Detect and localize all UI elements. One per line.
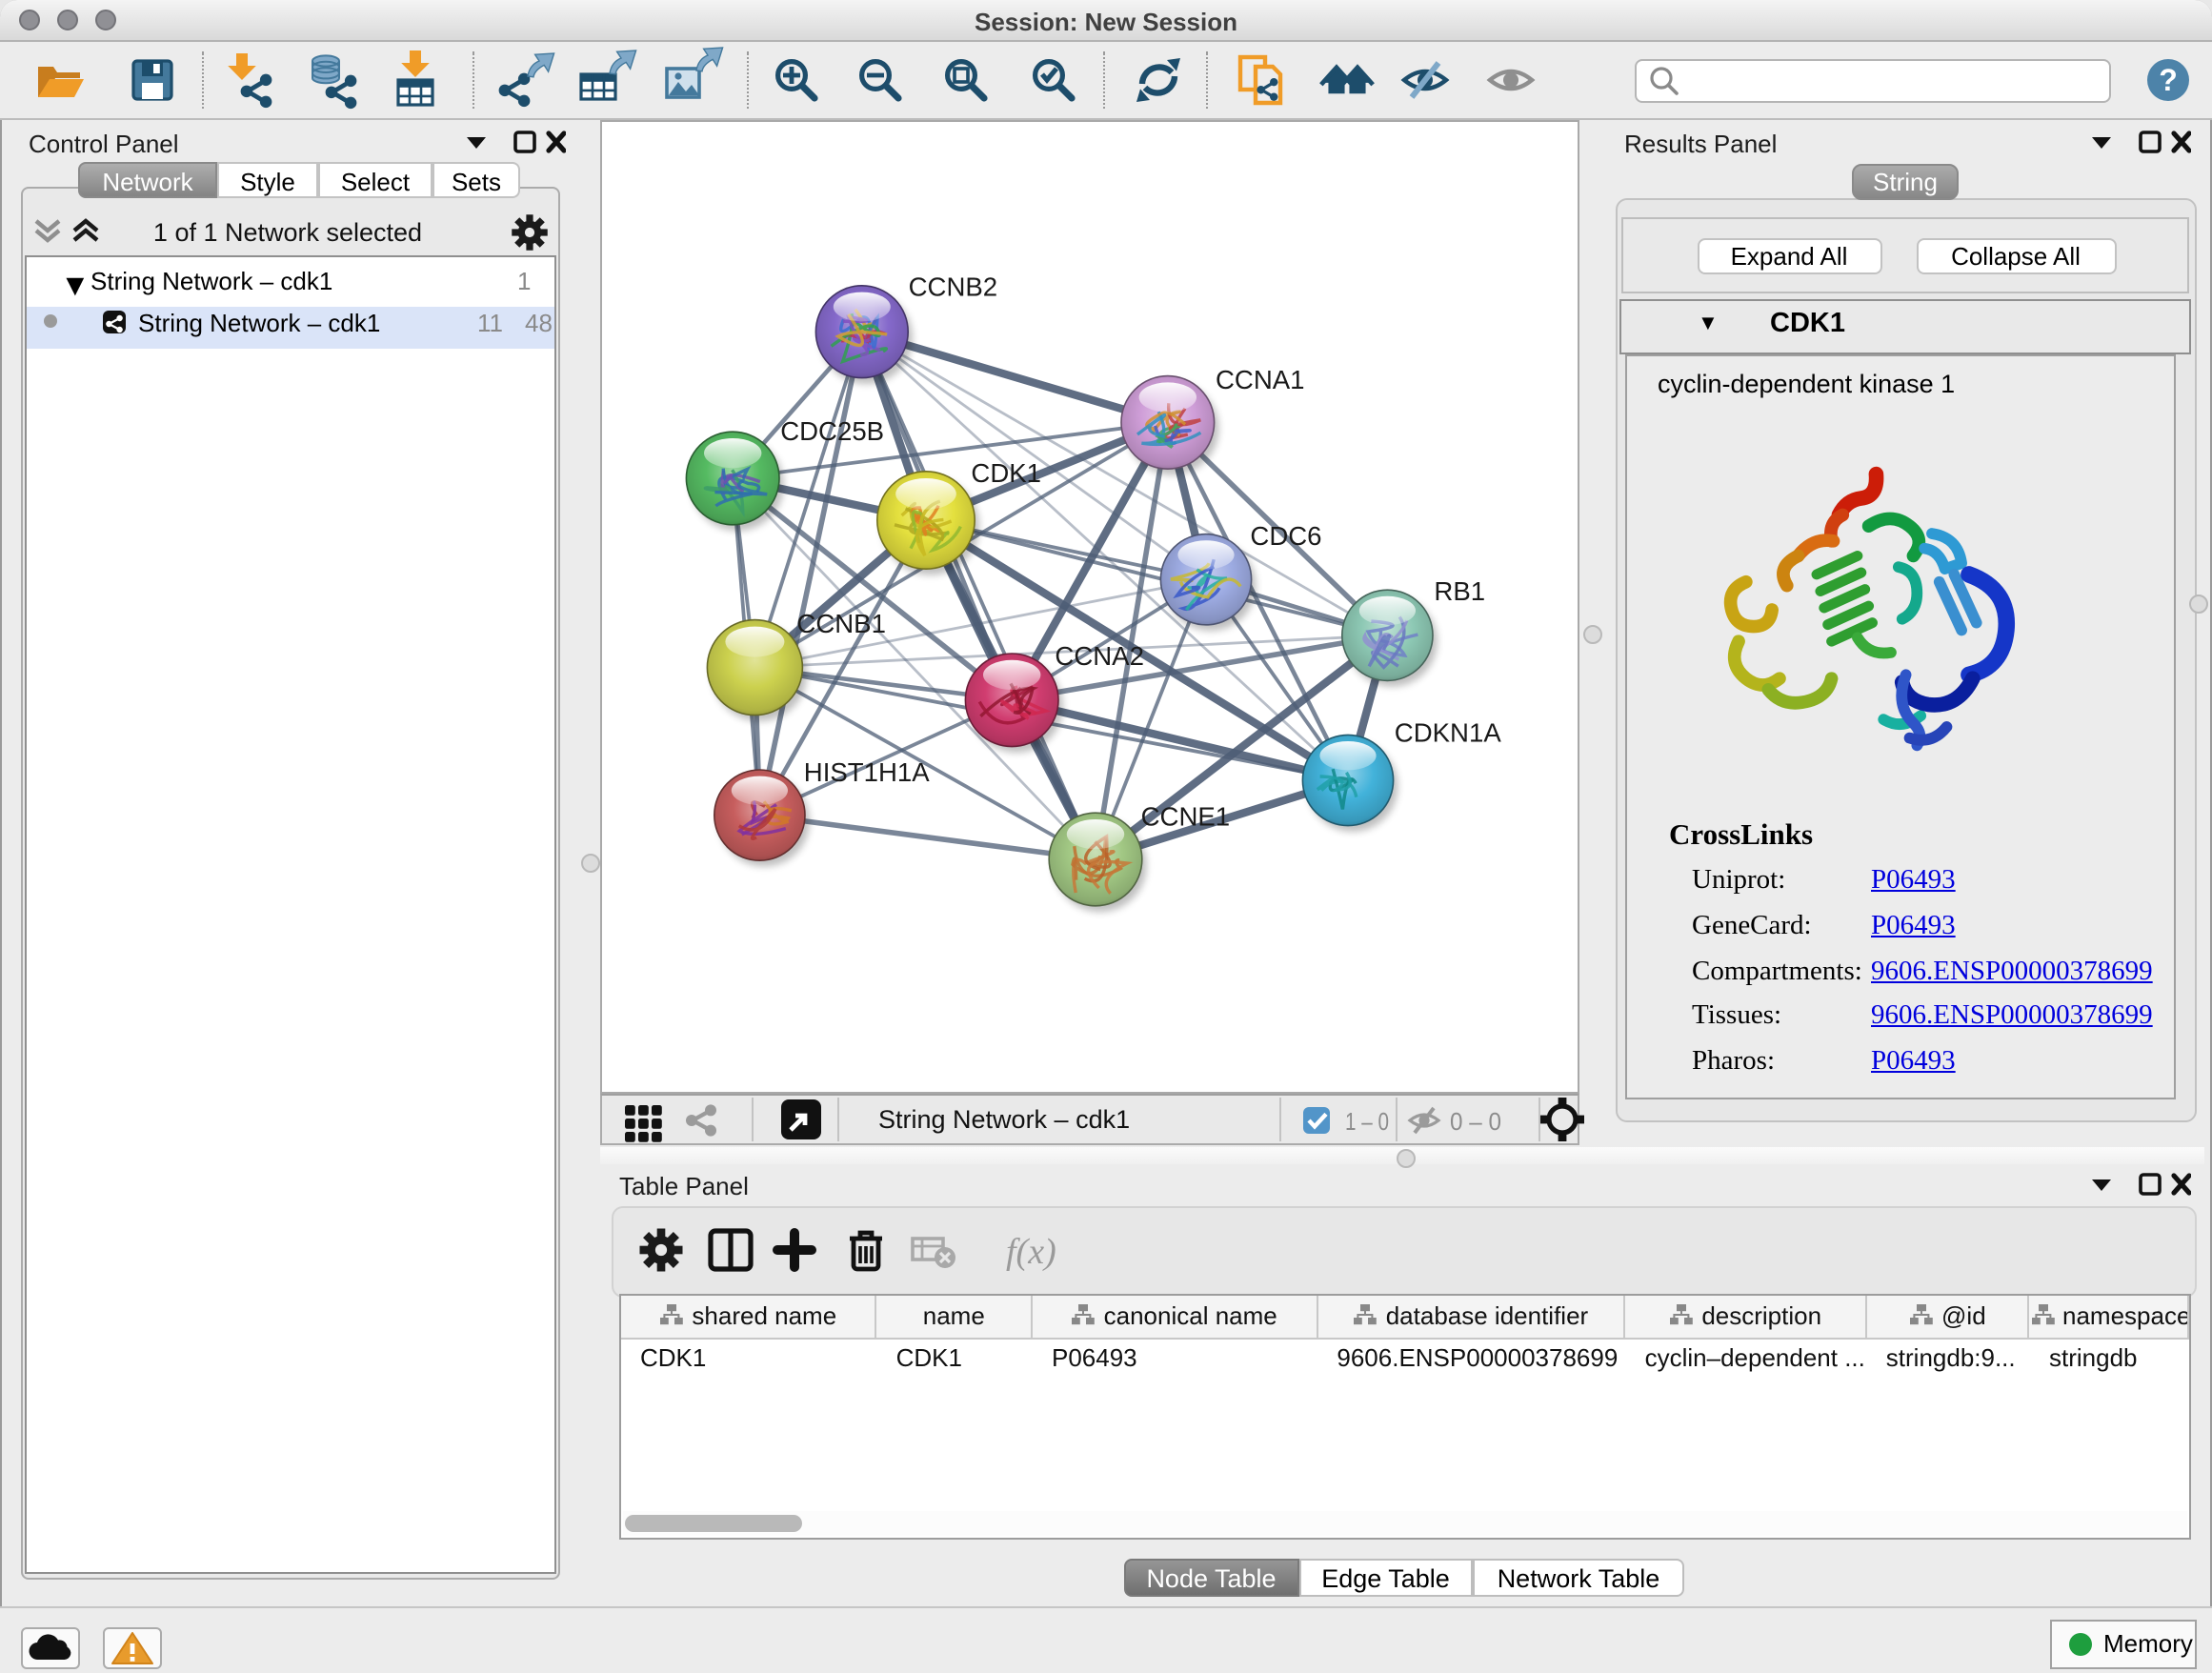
svg-text:CCNA2: CCNA2 xyxy=(1055,641,1144,671)
svg-text:String Network – cdk1: String Network – cdk1 xyxy=(878,1105,1130,1134)
svg-text:HIST1H1A: HIST1H1A xyxy=(804,757,930,787)
svg-text:1 of 1 Network selected: 1 of 1 Network selected xyxy=(153,218,422,247)
svg-text:1 – 0: 1 – 0 xyxy=(1345,1107,1389,1136)
svg-text:?: ? xyxy=(2159,63,2178,97)
svg-text:CDKN1A: CDKN1A xyxy=(1395,718,1502,748)
svg-text:0 – 0: 0 – 0 xyxy=(1450,1107,1501,1136)
svg-text:RB1: RB1 xyxy=(1434,576,1485,606)
svg-text:CCNA1: CCNA1 xyxy=(1216,365,1305,394)
svg-text:CCNB2: CCNB2 xyxy=(909,272,998,301)
svg-text:CCNB1: CCNB1 xyxy=(796,609,886,638)
svg-text:CCNE1: CCNE1 xyxy=(1141,802,1231,832)
svg-text:CDC25B: CDC25B xyxy=(780,416,884,446)
svg-text:CDC6: CDC6 xyxy=(1250,521,1321,551)
svg-text:CDK1: CDK1 xyxy=(971,458,1041,488)
svg-text:f(x): f(x) xyxy=(1006,1232,1056,1272)
